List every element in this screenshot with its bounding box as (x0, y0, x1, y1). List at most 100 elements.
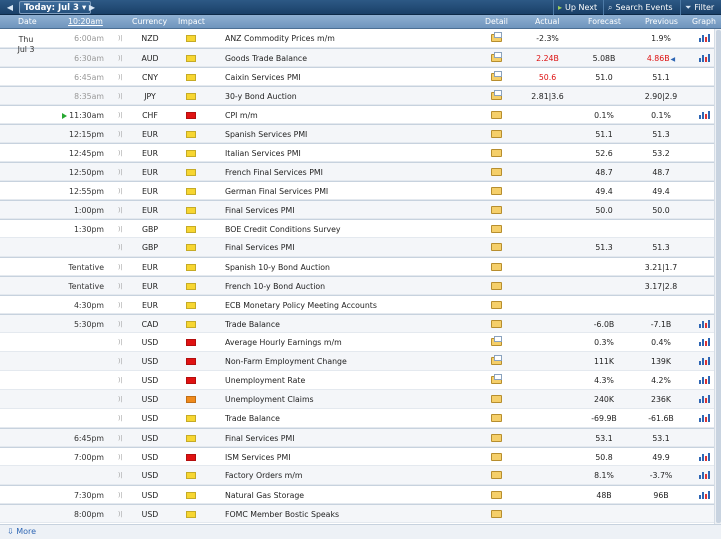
event-title[interactable]: Factory Orders m/m (225, 466, 485, 485)
table-row[interactable]: )| USD Average Hourly Earnings m/m 0.3% 0.4% (0, 333, 714, 352)
detail-folder-icon[interactable] (491, 90, 502, 100)
table-row[interactable]: Tentative)| EUR French 10-y Bond Auction 3.… (0, 276, 714, 295)
detail-cell[interactable] (491, 220, 503, 239)
table-row[interactable]: )| GBP Final Services PMI 51.3 51.3 (0, 238, 714, 257)
event-title[interactable]: 30-y Bond Auction (225, 87, 485, 106)
detail-folder-icon[interactable] (491, 355, 502, 365)
bar-chart-icon[interactable] (699, 111, 710, 119)
detail-folder-icon[interactable] (491, 434, 502, 442)
table-row[interactable]: 5:30pm)| CAD Trade Balance -6.0B -7.1B (0, 314, 714, 333)
bar-chart-icon[interactable] (699, 54, 710, 62)
detail-folder-icon[interactable] (491, 395, 502, 403)
detail-cell[interactable] (491, 390, 503, 409)
detail-folder-icon[interactable] (491, 301, 502, 309)
col-time[interactable]: 10:20am (68, 15, 103, 29)
detail-cell[interactable] (491, 106, 503, 125)
search-events-button[interactable]: ⌕ Search Events (603, 0, 673, 15)
table-row[interactable]: 6:00am)| NZD ANZ Commodity Prices m/m -2.3%… (0, 29, 714, 48)
detail-folder-icon[interactable] (491, 130, 502, 138)
table-row[interactable]: )| USD Unemployment Claims 240K 236K (0, 390, 714, 409)
table-row[interactable]: 12:15pm)| EUR Spanish Services PMI 51.1 51.3 (0, 124, 714, 143)
table-row[interactable]: 6:45pm)| USD Final Services PMI 53.1 53.1 (0, 428, 714, 447)
table-row[interactable]: )| USD Factory Orders m/m 8.1% -3.7% (0, 466, 714, 485)
bar-chart-icon[interactable] (699, 357, 710, 365)
detail-folder-icon[interactable] (491, 263, 502, 271)
detail-cell[interactable] (491, 466, 503, 485)
event-title[interactable]: Final Services PMI (225, 238, 485, 257)
event-title[interactable]: Average Hourly Earnings m/m (225, 333, 485, 352)
event-title[interactable]: French Final Services PMI (225, 163, 485, 182)
detail-folder-icon[interactable] (491, 187, 502, 195)
detail-cell[interactable] (491, 505, 503, 524)
table-row[interactable]: 1:30pm)| GBP BOE Credit Conditions Survey (0, 219, 714, 238)
graph-cell[interactable] (699, 466, 711, 485)
today-button[interactable]: Today: Jul 3 ▾ (19, 1, 92, 14)
detail-cell[interactable] (491, 352, 503, 371)
detail-cell[interactable] (491, 371, 503, 390)
event-title[interactable]: Caixin Services PMI (225, 68, 485, 87)
graph-cell[interactable] (699, 49, 711, 68)
prev-day-icon[interactable]: ◀ (3, 1, 17, 14)
event-title[interactable]: Unemployment Rate (225, 371, 485, 390)
bar-chart-icon[interactable] (699, 320, 710, 328)
bar-chart-icon[interactable] (699, 453, 710, 461)
event-title[interactable]: Italian Services PMI (225, 144, 485, 163)
table-row[interactable]: Tentative)| EUR Spanish 10-y Bond Auction 3… (0, 257, 714, 276)
table-row[interactable]: 7:00pm)| USD ISM Services PMI 50.8 49.9 (0, 447, 714, 466)
detail-folder-icon[interactable] (491, 282, 502, 290)
event-title[interactable]: Final Services PMI (225, 429, 485, 448)
event-title[interactable]: French 10-y Bond Auction (225, 277, 485, 296)
event-title[interactable]: Natural Gas Storage (225, 486, 485, 505)
detail-folder-icon[interactable] (491, 491, 502, 499)
filter-button[interactable]: ⏷ Filter (680, 0, 714, 15)
table-row[interactable]: 1:00pm)| EUR Final Services PMI 50.0 50.0 (0, 200, 714, 219)
detail-folder-icon[interactable] (491, 336, 502, 346)
event-title[interactable]: Trade Balance (225, 409, 485, 428)
detail-cell[interactable] (491, 163, 503, 182)
event-title[interactable]: Trade Balance (225, 315, 485, 334)
table-row[interactable]: 12:45pm)| EUR Italian Services PMI 52.6 53.2 (0, 143, 714, 162)
graph-cell[interactable] (699, 371, 711, 390)
table-row[interactable]: 8:00pm)| USD FOMC Member Bostic Speaks (0, 504, 714, 523)
table-row[interactable]: 4:30pm)| EUR ECB Monetary Policy Meeting A… (0, 295, 714, 314)
detail-cell[interactable] (491, 201, 503, 220)
detail-cell[interactable] (491, 277, 503, 296)
event-title[interactable]: ISM Services PMI (225, 448, 485, 467)
detail-folder-icon[interactable] (491, 149, 502, 157)
event-title[interactable]: Spanish 10-y Bond Auction (225, 258, 485, 277)
bar-chart-icon[interactable] (699, 491, 710, 499)
detail-cell[interactable] (491, 296, 503, 315)
table-row[interactable]: 12:50pm)| EUR French Final Services PMI 48.… (0, 162, 714, 181)
graph-cell[interactable] (699, 29, 711, 48)
scrollbar-thumb[interactable] (716, 30, 721, 523)
graph-cell[interactable] (699, 390, 711, 409)
detail-cell[interactable] (491, 258, 503, 277)
detail-folder-icon[interactable] (491, 71, 502, 81)
detail-folder-icon[interactable] (491, 206, 502, 214)
table-row[interactable]: 6:30am)| AUD Goods Trade Balance 2.24B 5.08B… (0, 48, 714, 67)
bar-chart-icon[interactable] (699, 338, 710, 346)
graph-cell[interactable] (699, 106, 711, 125)
detail-cell[interactable] (491, 315, 503, 334)
bar-chart-icon[interactable] (699, 376, 710, 384)
detail-folder-icon[interactable] (491, 320, 502, 328)
graph-cell[interactable] (699, 352, 711, 371)
detail-folder-icon[interactable] (491, 374, 502, 384)
detail-cell[interactable] (491, 125, 503, 144)
event-title[interactable]: Goods Trade Balance (225, 49, 485, 68)
bar-chart-icon[interactable] (699, 471, 710, 479)
event-title[interactable]: Final Services PMI (225, 201, 485, 220)
table-row[interactable]: )| USD Non-Farm Employment Change 111K 139K (0, 352, 714, 371)
event-title[interactable]: CPI m/m (225, 106, 485, 125)
table-row[interactable]: 6:45am)| CNY Caixin Services PMI 50.6 51.0 51… (0, 67, 714, 86)
bar-chart-icon[interactable] (699, 414, 710, 422)
detail-folder-icon[interactable] (491, 414, 502, 422)
detail-folder-icon[interactable] (491, 32, 502, 42)
detail-cell[interactable] (491, 49, 503, 68)
event-title[interactable]: BOE Credit Conditions Survey (225, 220, 485, 239)
graph-cell[interactable] (699, 409, 711, 428)
detail-folder-icon[interactable] (491, 243, 502, 251)
event-title[interactable]: Non-Farm Employment Change (225, 352, 485, 371)
graph-cell[interactable] (699, 315, 711, 334)
detail-cell[interactable] (491, 448, 503, 467)
